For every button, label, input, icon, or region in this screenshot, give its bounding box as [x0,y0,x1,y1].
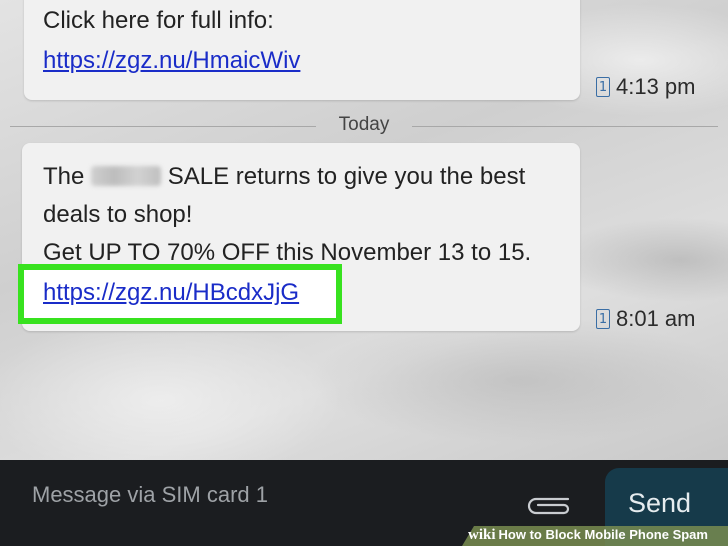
message-timestamp: 1 4:13 pm [596,74,696,100]
watermark-text: wiki How to Block Mobile Phone Spam [468,527,708,544]
watermark-brand: wiki [468,527,496,543]
watermark-title: How to Block Mobile Phone Spam [498,527,708,542]
message-text-line-1: The SALE returns to give you the best [43,158,525,196]
message-text-line-2: deals to shop! [43,201,193,228]
date-divider-line-right [412,126,718,127]
paperclip-icon[interactable] [524,493,576,517]
message-link[interactable]: https://zgz.nu/HBcdxJjG [43,274,299,312]
timestamp-label: 8:01 am [616,306,696,331]
date-divider-line-left [10,126,316,127]
blurred-brand-name [91,166,162,186]
sms-doc-icon: 1 [596,309,610,329]
message-text: Click here for full info: [43,7,274,34]
message-link[interactable]: https://zgz.nu/HmaicWiv [43,42,300,80]
sms-doc-icon: 1 [596,77,610,97]
message-text: The [43,163,85,190]
message-input[interactable]: Message via SIM card 1 [32,482,268,508]
send-button-label[interactable]: Send [628,488,691,519]
message-timestamp: 1 8:01 am [596,306,696,332]
message-text: SALE returns to give you the best [167,163,526,190]
date-divider: Today [338,114,390,135]
timestamp-label: 4:13 pm [616,74,696,99]
